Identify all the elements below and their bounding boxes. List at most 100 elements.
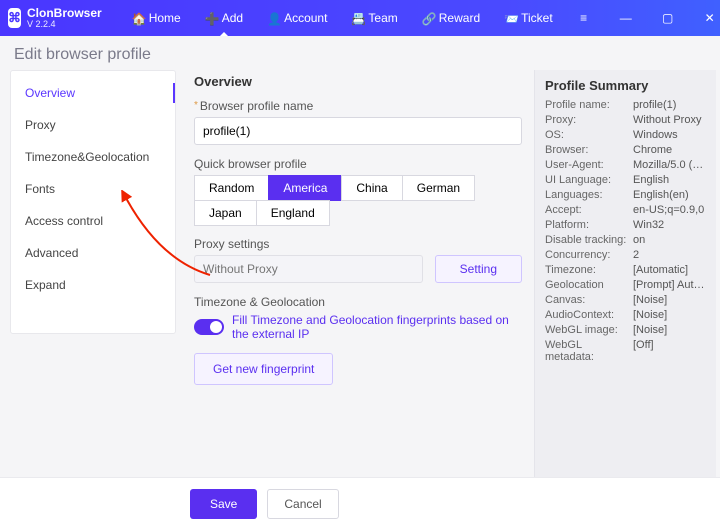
summary-value: Mozilla/5.0 (Windows NT 1...	[633, 159, 706, 171]
summary-title: Profile Summary	[545, 78, 706, 93]
summary-value: en-US;q=0.9,0	[633, 204, 706, 216]
app-name: ClonBrowser	[27, 7, 102, 20]
summary-key: Accept:	[545, 204, 627, 216]
quick-profile-group: Random America China German Japan Englan…	[194, 175, 522, 225]
quick-random[interactable]: Random	[194, 175, 269, 201]
summary-value: [Noise]	[633, 309, 706, 321]
summary-row: WebGL metadata:[Off]	[545, 339, 706, 363]
quick-japan[interactable]: Japan	[194, 200, 257, 226]
cancel-button[interactable]: Cancel	[267, 489, 338, 519]
tz-toggle[interactable]	[194, 319, 224, 335]
summary-key: Concurrency:	[545, 249, 627, 261]
nav-label: Team	[368, 11, 397, 25]
summary-key: Proxy:	[545, 114, 627, 126]
sidebar-item-fonts[interactable]: Fonts	[11, 173, 175, 205]
share-icon: 🔗	[422, 12, 434, 24]
summary-row: Accept: en-US;q=0.9,0	[545, 204, 706, 216]
summary-row: Languages: English(en)	[545, 189, 706, 201]
profile-name-input[interactable]	[194, 117, 522, 145]
summary-row: Geolocation[Prompt] Automatic	[545, 279, 706, 291]
summary-row: Canvas: [Noise]	[545, 294, 706, 306]
summary-key: UI Language:	[545, 174, 627, 186]
sidebar: Overview Proxy Timezone&Geolocation Font…	[10, 70, 176, 334]
main-panel: Overview *Browser profile name Quick bro…	[176, 70, 534, 477]
summary-panel: Profile Summary Profile name:profile(1)P…	[534, 70, 716, 477]
nav-team[interactable]: 📇 Team	[339, 0, 409, 36]
quick-china[interactable]: China	[341, 175, 402, 201]
nav-label: Reward	[439, 11, 480, 25]
footer: Save Cancel	[0, 477, 720, 529]
nav-add[interactable]: ➕ Add	[193, 0, 255, 36]
proxy-setting-button[interactable]: Setting	[435, 255, 522, 283]
summary-key: Platform:	[545, 219, 627, 231]
summary-value: Without Proxy	[633, 114, 706, 126]
summary-value: English(en)	[633, 189, 706, 201]
quick-label: Quick browser profile	[194, 157, 522, 171]
summary-value: [Off]	[633, 339, 706, 363]
summary-row: User-Agent: Mozilla/5.0 (Windows NT 1...	[545, 159, 706, 171]
summary-row: Profile name: profile(1)	[545, 99, 706, 111]
summary-value: Chrome	[633, 144, 706, 156]
nav-label: Account	[284, 11, 327, 25]
top-nav: 🏠Home ➕ Add 👤 Account 📇 Team 🔗 Reward 📨Ticke…	[120, 0, 565, 36]
sidebar-item-access-control[interactable]: Access control	[11, 205, 175, 237]
save-button[interactable]: Save	[190, 489, 257, 519]
summary-key: Languages:	[545, 189, 627, 201]
summary-row: UI Language: English	[545, 174, 706, 186]
summary-key: WebGL image:	[545, 324, 627, 336]
summary-row: Platform: Win32	[545, 219, 706, 231]
summary-row: WebGL image: [Noise]	[545, 324, 706, 336]
sidebar-item-overview[interactable]: Overview	[11, 77, 175, 109]
nav-home[interactable]: 🏠Home	[120, 0, 193, 36]
summary-key: Browser:	[545, 144, 627, 156]
summary-row: Browser: Chrome	[545, 144, 706, 156]
summary-value: [Noise]	[633, 324, 706, 336]
sidebar-item-proxy[interactable]: Proxy	[11, 109, 175, 141]
nav-label: Home	[149, 11, 181, 25]
summary-row: Proxy: Without Proxy	[545, 114, 706, 126]
quick-england[interactable]: England	[256, 200, 330, 226]
menu-icon[interactable]: ≡	[565, 4, 603, 32]
maximize-button[interactable]: ▢	[649, 4, 687, 32]
summary-value: Win32	[633, 219, 706, 231]
summary-value: profile(1)	[633, 99, 706, 111]
quick-america[interactable]: America	[268, 175, 342, 201]
page-title: Edit browser profile	[0, 36, 720, 70]
summary-key: Disable tracking:	[545, 234, 627, 246]
minimize-button[interactable]: —	[607, 4, 645, 32]
sidebar-item-tzgeo[interactable]: Timezone&Geolocation	[11, 141, 175, 173]
summary-value: on	[633, 234, 706, 246]
sidebar-item-advanced[interactable]: Advanced	[11, 237, 175, 269]
summary-key: Canvas:	[545, 294, 627, 306]
app-logo: ⌘	[8, 8, 21, 28]
summary-key: Profile name:	[545, 99, 627, 111]
summary-value: [Prompt] Automatic	[633, 279, 706, 291]
summary-value: Windows	[633, 129, 706, 141]
get-fingerprint-button[interactable]: Get new fingerprint	[194, 353, 333, 385]
overview-heading: Overview	[194, 74, 522, 89]
team-icon: 📇	[351, 12, 363, 24]
quick-german[interactable]: German	[402, 175, 475, 201]
plus-icon: ➕	[205, 12, 217, 24]
summary-key: OS:	[545, 129, 627, 141]
summary-row: AudioContext:[Noise]	[545, 309, 706, 321]
user-icon: 👤	[267, 12, 279, 24]
nav-label: Add	[222, 11, 243, 25]
nav-reward[interactable]: 🔗 Reward	[410, 0, 492, 36]
app-version: V 2.2.4	[27, 20, 102, 29]
summary-value: English	[633, 174, 706, 186]
summary-value: [Noise]	[633, 294, 706, 306]
nav-account[interactable]: 👤 Account	[255, 0, 339, 36]
nav-label: Ticket	[521, 11, 553, 25]
proxy-input	[194, 255, 423, 283]
app-name-block: ClonBrowser V 2.2.4	[27, 7, 102, 29]
name-label: *Browser profile name	[194, 99, 522, 113]
titlebar: ⌘ ClonBrowser V 2.2.4 🏠Home ➕ Add 👤 Accoun…	[0, 0, 720, 36]
nav-ticket[interactable]: 📨Ticket	[492, 0, 565, 36]
proxy-label: Proxy settings	[194, 237, 522, 251]
summary-row: Disable tracking: on	[545, 234, 706, 246]
close-button[interactable]: ✕	[691, 4, 720, 32]
sidebar-item-expand[interactable]: Expand	[11, 269, 175, 301]
summary-key: Timezone:	[545, 264, 627, 276]
summary-key: User-Agent:	[545, 159, 627, 171]
